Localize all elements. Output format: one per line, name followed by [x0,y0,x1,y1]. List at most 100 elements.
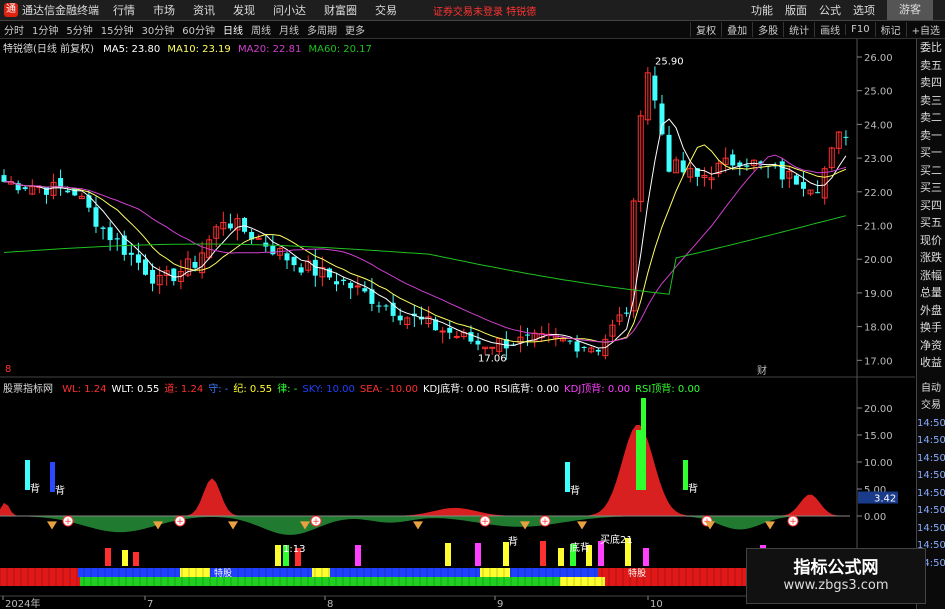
candle-body [1,175,7,182]
candle-body [595,349,601,352]
main-legend: 特锐德(日线 前复权) MA5: 23.80 MA10: 23.19 MA20:… [3,40,372,55]
candle-body [362,288,368,292]
candle-body [150,269,156,284]
quote-field-label[interactable]: 买一 [917,144,945,162]
candle-body [525,334,531,336]
signal-marker-plus: + [312,517,320,527]
time-label: 14:50 [917,417,945,429]
indicator-value: 道: 1.24 [164,384,204,395]
quote-field-label[interactable]: 卖五 [917,57,945,75]
quote-field-label[interactable]: 委比 [917,39,945,57]
quote-field-label[interactable]: 买五 [917,214,945,232]
candle-body [334,281,340,285]
indicator-value: KDJ顶背: 0.00 [564,384,631,395]
watermark-title: 指标公式网 [793,558,879,578]
time-label: 14:50 [917,487,945,499]
signal-marker-plus: + [481,517,489,527]
candle-body [107,227,113,241]
high-price-label: 25.90 [655,56,684,67]
ma5-line [3,118,847,349]
ma5-value: MA5: 23.80 [103,44,161,55]
signal-column [445,543,451,566]
quote-field-label[interactable]: 涨幅 [917,267,945,285]
candle-body [135,254,141,263]
candle-body [793,175,799,185]
quote-field-label[interactable]: 换手 [917,319,945,337]
ma60-line [3,215,847,295]
quote-field-label[interactable]: 买四 [917,197,945,215]
indicator-value: SKY: 10.00 [302,384,355,395]
price-tick-label: 22.00 [864,188,893,199]
signal-label: 买底21 [600,533,633,546]
ribbon-segment-yellow [180,568,210,577]
price-tick-label: 23.00 [864,154,893,165]
positive-area [0,425,850,516]
candle-body [659,103,665,135]
date-label: 9 [497,599,503,609]
price-tick-label: 25.00 [864,87,893,98]
candle-body [397,315,403,321]
signal-label: 背 [55,484,65,497]
quote-field-label[interactable]: 卖一 [917,127,945,145]
diamond-marker [577,521,587,530]
sub-tick-label: 0.00 [864,512,886,523]
candle-body [581,346,587,348]
indicator-value: WLT: 0.55 [111,384,160,395]
auto-trade-label: 自动 [921,382,941,394]
quote-field-label[interactable]: 买三 [917,179,945,197]
quote-field-label[interactable]: 收益 [917,354,945,372]
candle-body [383,305,389,307]
date-label: 10 [650,599,663,609]
indicator-name[interactable]: 股票指标网 [3,384,53,395]
signal-column [122,550,128,566]
candle-body [242,217,248,232]
time-label: 14:50 [917,522,945,534]
ribbon-segment-yellow [480,568,510,577]
candle-body [680,160,686,173]
signal-column [105,548,111,566]
ma60-value: MA60: 20.17 [308,44,372,55]
candle-body [192,261,198,268]
quote-field-label[interactable]: 净资 [917,337,945,355]
quote-field-label[interactable]: 卖三 [917,92,945,110]
candle-body [730,154,736,166]
quote-field-label[interactable]: 现价 [917,232,945,250]
indicator-legend: 股票指标网 WL: 1.24 WLT: 0.55 道: 1.24 守: - 纪: 0.5… [3,380,705,395]
quote-field-label[interactable]: 卖四 [917,74,945,92]
candle-body [744,165,750,167]
signal-marker-plus: + [541,517,549,527]
ribbon-segment-blue [78,568,598,577]
signal-column [558,548,564,566]
date-label: 2024年 [5,597,40,609]
signal-column [133,552,139,566]
kline-chart[interactable]: 26.00 25.00 24.00 23.00 22.00 21.00 20.00 19.00… [0,0,945,609]
quote-field-label[interactable]: 卖二 [917,109,945,127]
quote-field-label[interactable]: 涨跌 [917,249,945,267]
candle-body [624,312,630,314]
candle-body [93,207,99,227]
quote-field-label[interactable]: 总量 [917,284,945,302]
event-marker: 8 [5,364,11,375]
candle-body [843,136,849,138]
indicator-value: 律: - [277,384,298,395]
indicator-value: SEA: -10.00 [359,384,418,395]
ma10-line [3,144,847,343]
signal-column [643,548,649,566]
diamond-marker [765,521,775,530]
diamond-marker [47,521,57,530]
signal-bar [636,430,641,490]
signal-label: 背 [30,482,40,495]
candle-body [489,346,496,349]
candle-body [22,187,28,190]
ribbon-segment-green [80,577,605,586]
signal-column [355,545,361,566]
candle-body [666,134,672,172]
sub-tick-label: 15.00 [864,431,893,442]
signal-label: 1:13 [283,544,305,555]
quote-field-label[interactable]: 买二 [917,162,945,180]
quote-field-label[interactable]: 外盘 [917,302,945,320]
diamond-marker [228,521,238,530]
candle-body [128,252,134,255]
candle-body [447,327,453,333]
indicator-value: 守: - [208,384,229,395]
